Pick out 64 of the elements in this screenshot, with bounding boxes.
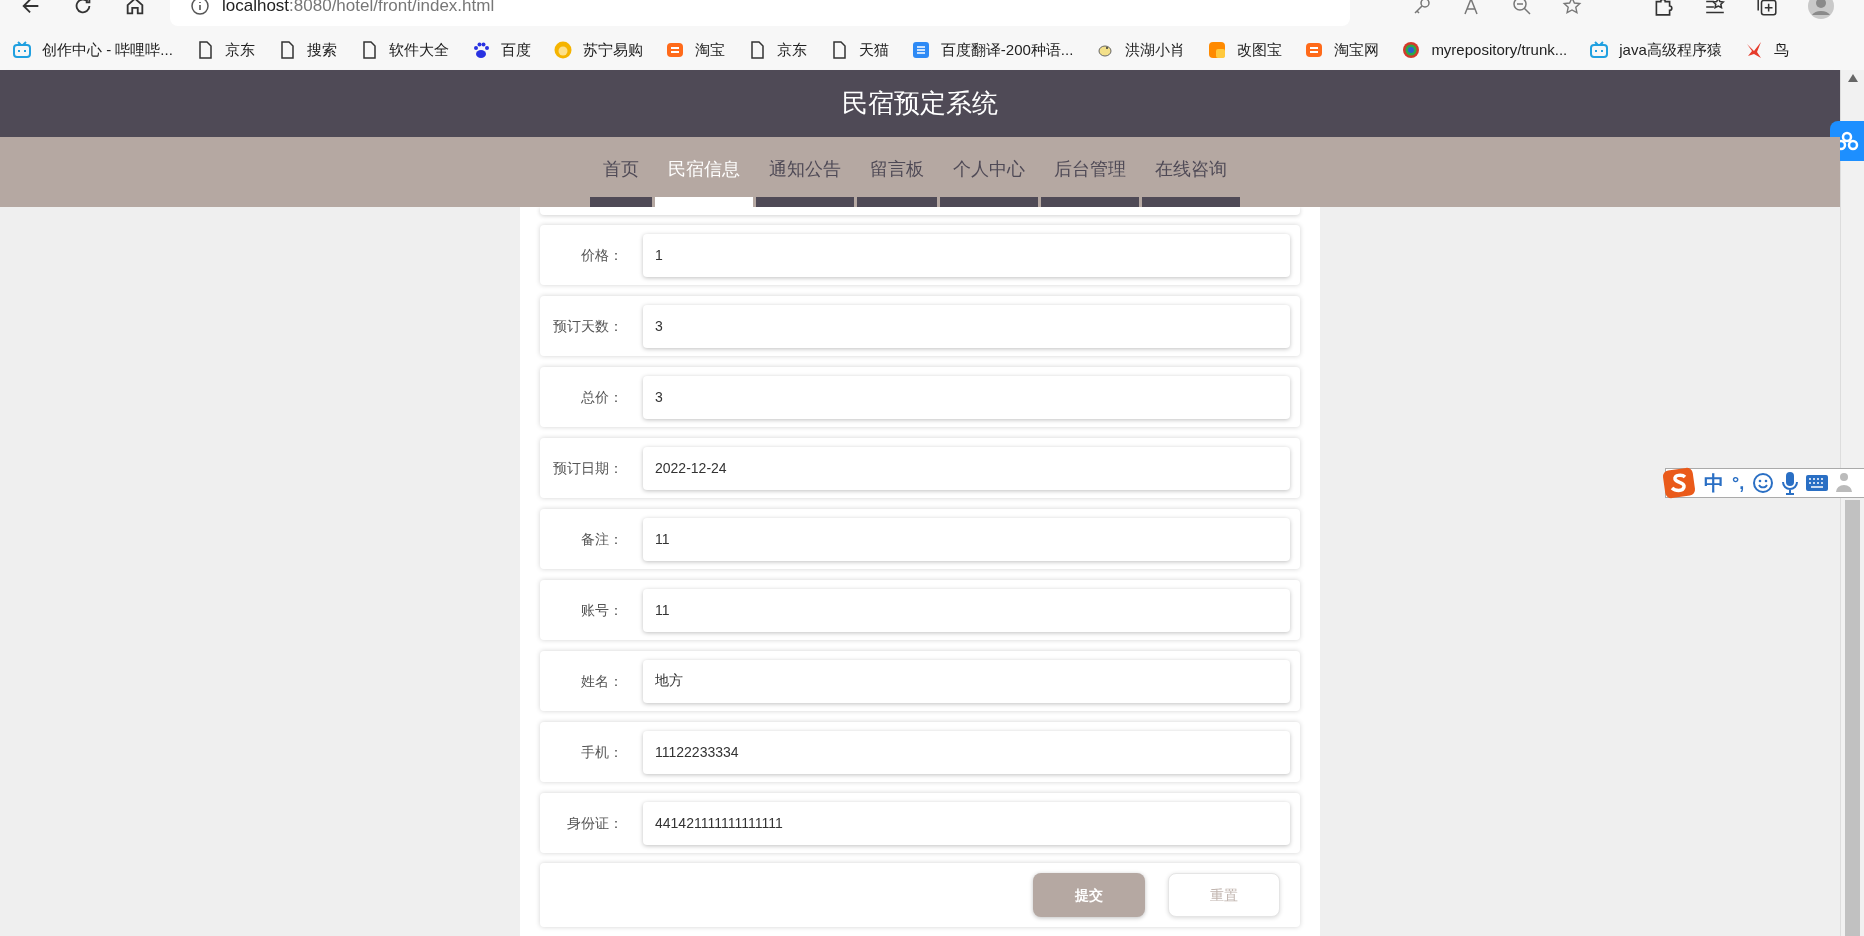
info-icon[interactable] [190,0,210,16]
scroll-up-icon[interactable] [1848,74,1858,82]
field-label: 身份证： [566,813,623,833]
keyboard-icon[interactable] [1806,475,1829,491]
input-field[interactable]: 1 [643,233,1290,277]
smiley-icon[interactable] [1752,472,1775,494]
tag-icon [664,40,685,60]
field-label: 总价： [580,387,623,407]
tv-icon [1589,40,1610,60]
input-field[interactable]: 2022-12-24 [643,446,1290,490]
avatar-icon[interactable] [1808,0,1834,19]
field-label: 备注： [580,529,623,549]
app-icon [1207,40,1228,60]
input-field[interactable]: 地方 [643,659,1290,703]
field-label: 价格： [580,245,623,265]
input-field[interactable]: 11 [643,588,1290,632]
field-label: 姓名： [580,671,623,691]
field-label: 账号： [580,600,623,620]
favorite-icon[interactable] [1562,0,1582,16]
s-logo-icon[interactable] [1662,466,1696,500]
input-field[interactable]: 11122233334 [643,730,1290,774]
bookmark-link[interactable]: 洪湖小肖 [1125,38,1186,62]
input-field[interactable]: 3 [643,304,1290,348]
home-icon[interactable] [124,0,146,17]
bookmark-link[interactable]: 京东 [776,38,807,62]
collections-icon[interactable] [1756,0,1778,17]
bookmark-link[interactable]: 京东 [224,38,255,62]
ime-punctuation[interactable]: °, [1732,469,1745,497]
nav-tab[interactable]: 后台管理 [1041,156,1139,183]
field-label: 手机： [580,742,623,762]
bookmark-link[interactable]: 鸟 [1773,38,1789,62]
ime-mode[interactable]: 中 [1704,468,1724,498]
bookmark-link[interactable]: 创作中心 - 哔哩哔... [42,38,173,62]
bookmark-link[interactable]: 苏宁易购 [582,38,643,62]
microphone-icon[interactable] [1782,471,1799,495]
bookmark-link[interactable]: 改图宝 [1237,38,1283,62]
bookmark-link[interactable]: 淘宝网 [1334,38,1380,62]
site-title: 民宿预定系统 [842,87,998,120]
bookmark-link[interactable]: java高级程序猿 [1619,38,1722,62]
input-field[interactable]: 441421111111111111 [643,801,1290,845]
nav-tab[interactable]: 留言板 [857,156,937,183]
field-label: 预订天数： [552,316,623,336]
bookmark-link[interactable]: 百度 [500,38,531,62]
bookmark-link[interactable]: myrepository/trunk... [1431,38,1568,62]
nav-tab[interactable]: 个人中心 [940,156,1038,183]
bookmark-link[interactable]: 天猫 [858,38,889,62]
square-icon [910,40,931,60]
key-icon[interactable] [1412,0,1432,16]
input-field[interactable]: 3 [643,375,1290,419]
coin-icon [552,40,573,60]
nav-tab[interactable]: 首页 [590,156,652,183]
bookmark-link[interactable]: 软件大全 [388,38,449,62]
bookmark-link[interactable]: 淘宝 [694,38,725,62]
bookmark-link[interactable]: 搜索 [306,38,337,62]
scroll-thumb[interactable] [1845,500,1860,936]
field-label: 预订日期： [552,458,623,478]
input-field[interactable]: 11 [643,517,1290,561]
nav-tab[interactable]: 通知公告 [756,156,854,183]
tag-icon [1304,40,1325,60]
bookmark-link[interactable]: 百度翻译-200种语... [940,38,1074,62]
zoom-out-icon[interactable] [1512,0,1532,16]
ring-icon [1401,40,1422,60]
nav-tab[interactable]: 在线咨询 [1142,156,1240,183]
tv-icon [12,40,32,60]
